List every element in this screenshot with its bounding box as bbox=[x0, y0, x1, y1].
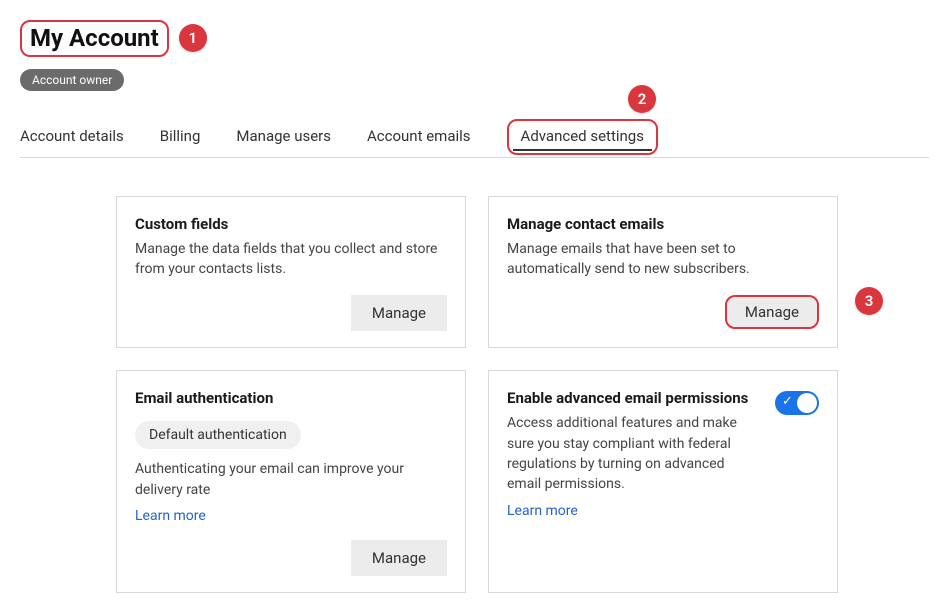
tab-advanced-settings[interactable]: Advanced settings bbox=[507, 119, 658, 155]
tab-billing[interactable]: Billing bbox=[160, 117, 201, 157]
tab-account-details[interactable]: Account details bbox=[20, 117, 124, 157]
card-title: Custom fields bbox=[135, 215, 447, 233]
cards-grid: Custom fields Manage the data fields tha… bbox=[116, 196, 929, 593]
card-description: Manage emails that have been set to auto… bbox=[507, 239, 819, 280]
check-icon: ✓ bbox=[782, 395, 793, 408]
manage-email-auth-button[interactable]: Manage bbox=[351, 540, 447, 576]
card-title: Email authentication bbox=[135, 389, 447, 407]
annotation-marker-2: 2 bbox=[628, 85, 656, 113]
card-title: Manage contact emails bbox=[507, 215, 819, 233]
annotation-marker-1: 1 bbox=[179, 24, 207, 52]
card-advanced-permissions: Enable advanced email permissions Access… bbox=[488, 370, 838, 593]
authentication-chip: Default authentication bbox=[135, 421, 301, 449]
manage-custom-fields-button[interactable]: Manage bbox=[351, 295, 447, 331]
learn-more-link[interactable]: Learn more bbox=[507, 503, 578, 519]
card-description: Access additional features and make sure… bbox=[507, 413, 761, 494]
card-custom-fields: Custom fields Manage the data fields tha… bbox=[116, 196, 466, 349]
advanced-permissions-toggle[interactable]: ✓ bbox=[775, 391, 819, 415]
annotation-marker-3: 3 bbox=[855, 287, 883, 315]
card-email-authentication: Email authentication Default authenticat… bbox=[116, 370, 466, 593]
card-description: Manage the data fields that you collect … bbox=[135, 239, 447, 280]
manage-contact-emails-button[interactable]: Manage bbox=[725, 295, 819, 329]
learn-more-link[interactable]: Learn more bbox=[135, 508, 206, 524]
tab-manage-users[interactable]: Manage users bbox=[236, 117, 331, 157]
role-badge: Account owner bbox=[20, 69, 124, 91]
toggle-knob bbox=[797, 393, 817, 413]
tab-account-emails[interactable]: Account emails bbox=[367, 117, 471, 157]
card-contact-emails: Manage contact emails Manage emails that… bbox=[488, 196, 838, 349]
card-description: Authenticating your email can improve yo… bbox=[135, 459, 447, 500]
card-title: Enable advanced email permissions bbox=[507, 389, 761, 407]
page-title: My Account bbox=[20, 20, 169, 57]
tabs-bar: Account details Billing Manage users Acc… bbox=[20, 117, 929, 158]
